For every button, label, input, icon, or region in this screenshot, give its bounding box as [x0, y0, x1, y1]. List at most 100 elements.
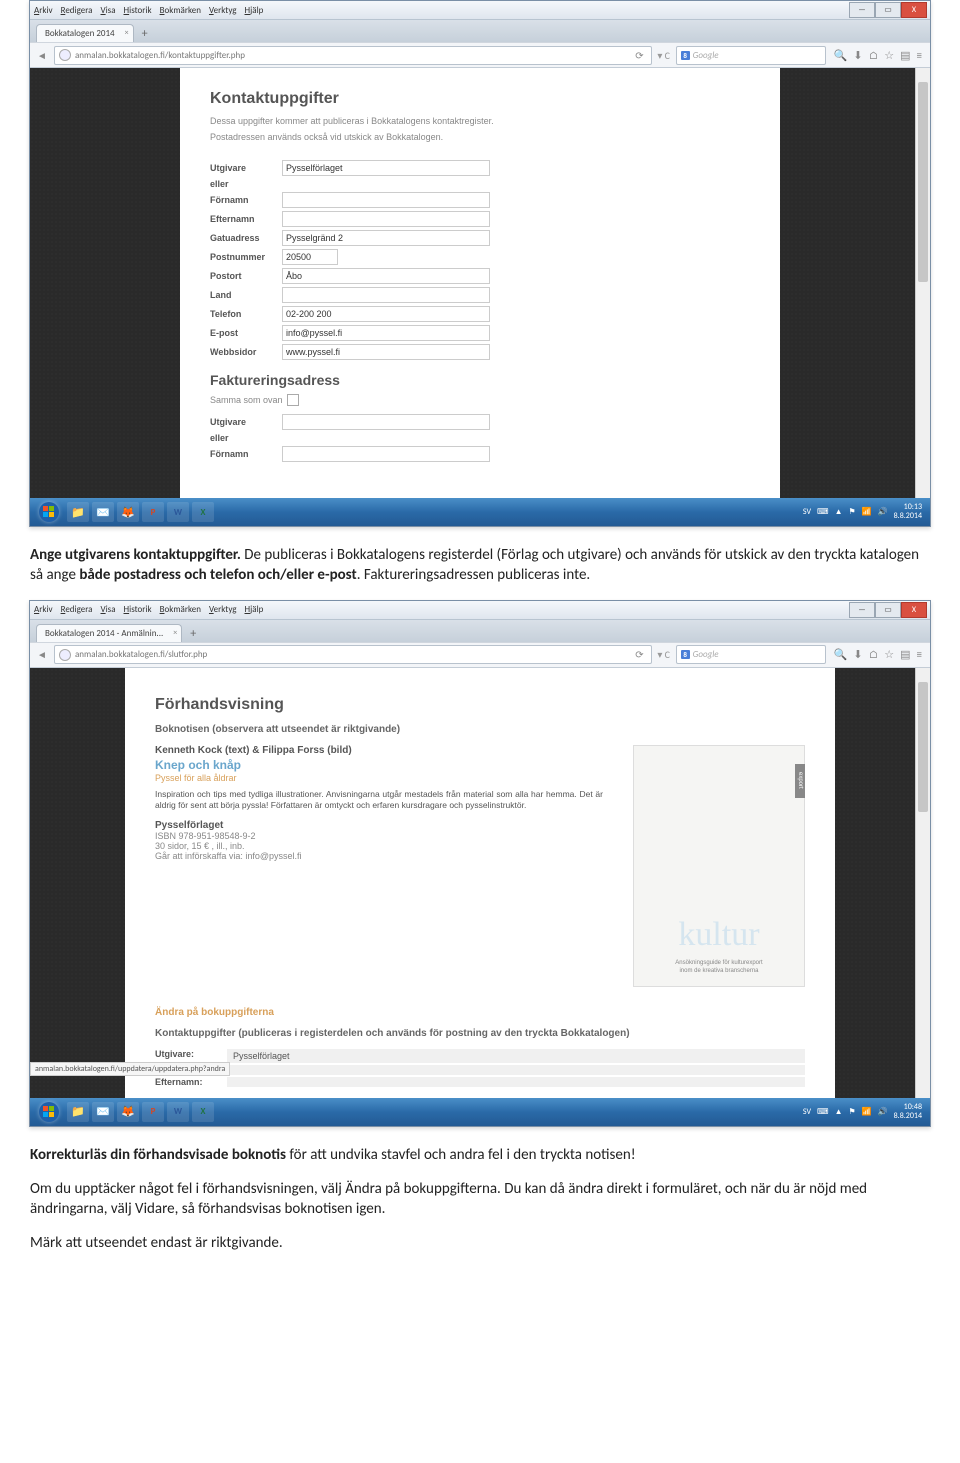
- taskbar-powerpoint-icon[interactable]: P: [142, 1102, 164, 1122]
- reader-icon[interactable]: ▾ C: [656, 647, 672, 663]
- menu-hjalp[interactable]: Hjälp: [245, 5, 264, 16]
- back-button[interactable]: ◄: [34, 47, 50, 63]
- menu-arkiv[interactable]: Arkiv: [34, 5, 53, 16]
- scroll-thumb[interactable]: [918, 682, 928, 812]
- scrollbar[interactable]: [915, 668, 930, 1098]
- home-icon[interactable]: ⌂: [869, 648, 879, 661]
- tray-lang[interactable]: SV: [803, 1107, 811, 1117]
- menu-historik[interactable]: Historik: [124, 5, 152, 16]
- menu-historik[interactable]: Historik: [124, 604, 152, 615]
- home-icon[interactable]: ⌂: [869, 49, 879, 62]
- scrollbar[interactable]: [915, 68, 930, 498]
- tray-lang[interactable]: SV: [803, 507, 811, 517]
- tab-close-icon[interactable]: ×: [173, 628, 177, 638]
- menu-redigera[interactable]: Redigera: [61, 5, 93, 16]
- reader-icon[interactable]: ▾ C: [656, 47, 672, 63]
- input-fakt-utgivare[interactable]: [282, 414, 490, 430]
- back-button[interactable]: ◄: [34, 647, 50, 663]
- tray-network-icon[interactable]: 📶: [862, 1107, 872, 1117]
- taskbar-word-icon[interactable]: W: [167, 1102, 189, 1122]
- tray-keyboard-icon[interactable]: ⌨: [817, 507, 829, 517]
- tray-sound-icon[interactable]: 🔊: [878, 507, 888, 517]
- taskbar-thunderbird-icon[interactable]: ✉️: [92, 502, 114, 522]
- input-gatuadress[interactable]: [282, 230, 490, 246]
- input-efternamn[interactable]: [282, 211, 490, 227]
- menu-bokmarken[interactable]: Bokmärken: [160, 5, 201, 16]
- menu-visa[interactable]: Visa: [101, 5, 116, 16]
- url-bar[interactable]: anmalan.bokkatalogen.fi/slutfor.php ⟳: [54, 645, 652, 664]
- taskbar-explorer-icon[interactable]: 📁: [67, 1102, 89, 1122]
- browser-tab[interactable]: Bokkatalogen 2014 - Anmälnin... ×: [36, 624, 182, 642]
- input-utgivare[interactable]: [282, 160, 490, 176]
- search-box[interactable]: 8 Google: [676, 645, 826, 664]
- taskbar-powerpoint-icon[interactable]: P: [142, 502, 164, 522]
- menu-verktyg[interactable]: Verktyg: [209, 5, 237, 16]
- bookmark-icon[interactable]: ☆: [884, 49, 894, 62]
- bookmark-icon[interactable]: ☆: [884, 648, 894, 661]
- input-webbsidor[interactable]: [282, 344, 490, 360]
- taskbar-explorer-icon[interactable]: 📁: [67, 502, 89, 522]
- tray-clock[interactable]: 10:13 8.8.2014: [894, 503, 922, 521]
- menu-icon[interactable]: ≡: [917, 648, 922, 661]
- tray-up-icon[interactable]: ▲: [835, 507, 843, 517]
- start-button[interactable]: [34, 1100, 64, 1124]
- menu-redigera[interactable]: Redigera: [61, 604, 93, 615]
- taskbar-thunderbird-icon[interactable]: ✉️: [92, 1102, 114, 1122]
- menu-visa[interactable]: Visa: [101, 604, 116, 615]
- label-telefon: Telefon: [210, 309, 282, 319]
- tray-keyboard-icon[interactable]: ⌨: [817, 1107, 829, 1117]
- input-postnummer[interactable]: [282, 249, 338, 265]
- menu-hjalp[interactable]: Hjälp: [245, 604, 264, 615]
- reload-icon[interactable]: ⟳: [632, 648, 646, 661]
- menu-icon[interactable]: ≡: [917, 49, 922, 62]
- link-andra-bokuppgifter[interactable]: Ändra på bokuppgifterna: [155, 1007, 805, 1018]
- p2-bold: Korrekturläs din förhandsvisade boknotis: [30, 1146, 286, 1164]
- tray-flag-icon[interactable]: ⚑: [849, 507, 856, 517]
- taskbar-firefox-icon[interactable]: 🦊: [117, 502, 139, 522]
- search-icon[interactable]: 🔍: [834, 49, 848, 62]
- input-land[interactable]: [282, 287, 490, 303]
- titlebar: Arkiv Redigera Visa Historik Bokmärken V…: [30, 601, 930, 620]
- tray-up-icon[interactable]: ▲: [835, 1107, 843, 1117]
- search-box[interactable]: 8 Google: [676, 46, 826, 65]
- menu-bokmarken[interactable]: Bokmärken: [160, 604, 201, 615]
- url-bar[interactable]: anmalan.bokkatalogen.fi/kontaktuppgifter…: [54, 46, 652, 65]
- tray-flag-icon[interactable]: ⚑: [849, 1107, 856, 1117]
- tray-network-icon[interactable]: 📶: [862, 507, 872, 517]
- doc-paragraph-1: Ange utgivarens kontaktuppgifter. De pub…: [30, 545, 930, 586]
- tray-sound-icon[interactable]: 🔊: [878, 1107, 888, 1117]
- taskbar-word-icon[interactable]: W: [167, 502, 189, 522]
- input-telefon[interactable]: [282, 306, 490, 322]
- taskbar-firefox-icon[interactable]: 🦊: [117, 1102, 139, 1122]
- search-icon[interactable]: 🔍: [834, 648, 848, 661]
- taskbar-excel-icon[interactable]: X: [192, 502, 214, 522]
- download-icon[interactable]: ⬇: [853, 648, 862, 661]
- browser-tab[interactable]: Bokkatalogen 2014 ×: [36, 24, 134, 42]
- download-icon[interactable]: ⬇: [853, 49, 862, 62]
- list-icon[interactable]: ▤: [900, 49, 910, 62]
- minimize-button[interactable]: —: [849, 602, 875, 618]
- menu-arkiv[interactable]: Arkiv: [34, 604, 53, 615]
- input-epost[interactable]: [282, 325, 490, 341]
- input-fakt-fornamn[interactable]: [282, 446, 490, 462]
- input-postort[interactable]: [282, 268, 490, 284]
- close-button[interactable]: X: [901, 2, 927, 18]
- reload-icon[interactable]: ⟳: [632, 49, 646, 62]
- start-button[interactable]: [34, 500, 64, 524]
- checkbox-samma[interactable]: [287, 394, 299, 406]
- new-tab-button[interactable]: +: [184, 626, 202, 642]
- tray-clock[interactable]: 10:48 8.8.2014: [894, 1103, 922, 1121]
- taskbar-excel-icon[interactable]: X: [192, 1102, 214, 1122]
- heading-faktureringsadress: Faktureringsadress: [210, 372, 750, 388]
- tab-close-icon[interactable]: ×: [125, 28, 129, 38]
- new-tab-button[interactable]: +: [136, 26, 154, 42]
- maximize-button[interactable]: ▭: [875, 602, 901, 618]
- list-icon[interactable]: ▤: [900, 648, 910, 661]
- tab-title: Bokkatalogen 2014: [45, 28, 115, 39]
- input-fornamn[interactable]: [282, 192, 490, 208]
- close-button[interactable]: X: [901, 602, 927, 618]
- maximize-button[interactable]: ▭: [875, 2, 901, 18]
- menu-verktyg[interactable]: Verktyg: [209, 604, 237, 615]
- scroll-thumb[interactable]: [918, 82, 928, 282]
- minimize-button[interactable]: —: [849, 2, 875, 18]
